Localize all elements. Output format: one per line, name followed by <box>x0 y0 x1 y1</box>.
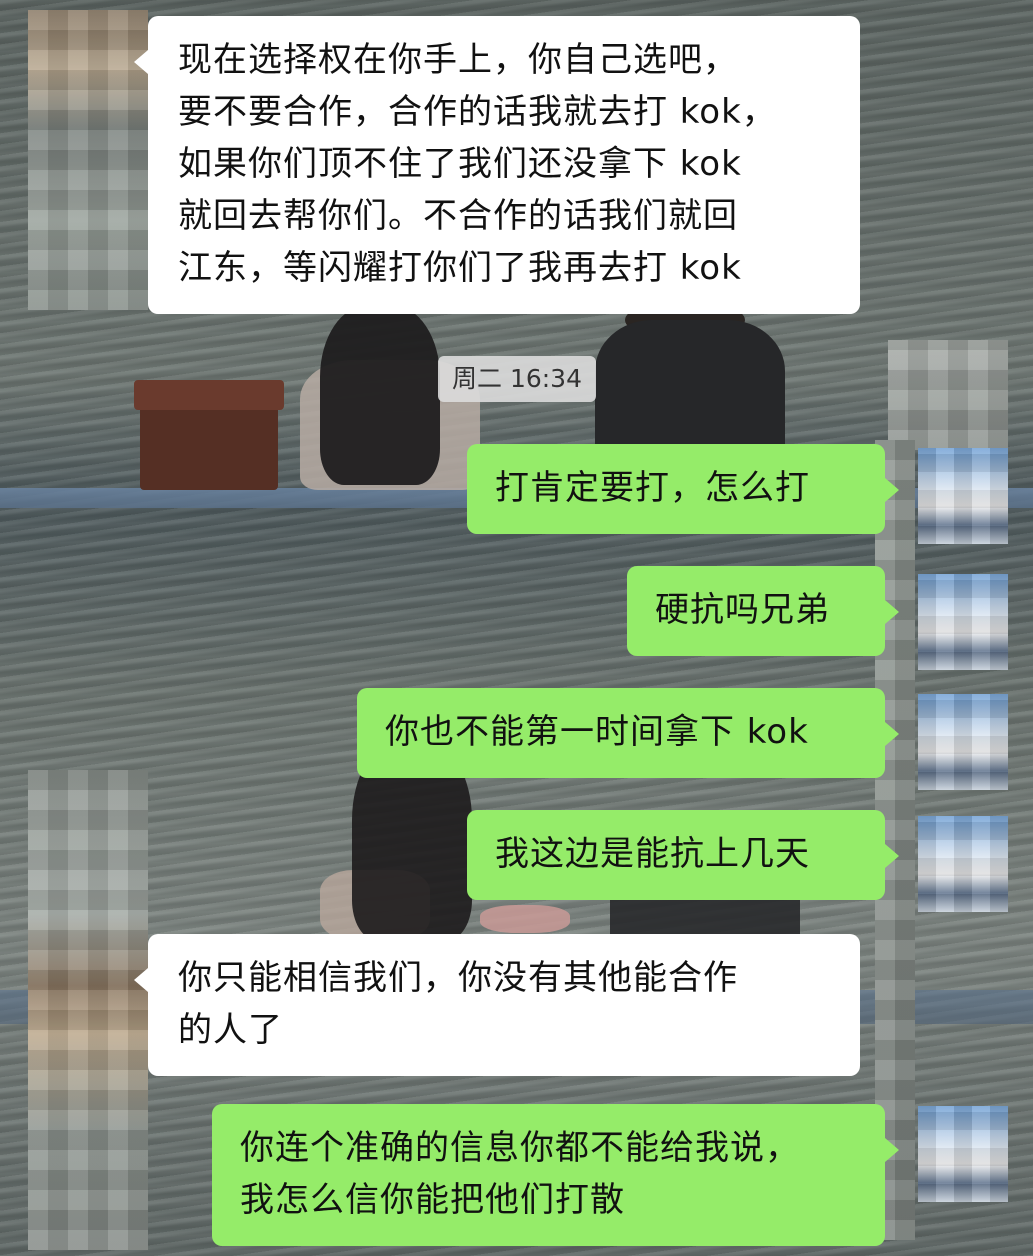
background-figure <box>320 305 440 485</box>
message-timestamp: 周二 16:34 <box>438 356 596 402</box>
my-avatar[interactable] <box>918 1106 1008 1202</box>
outgoing-message-bubble[interactable]: 打肯定要打，怎么打 <box>467 444 899 534</box>
background-post-top <box>134 380 284 410</box>
contact-avatar[interactable] <box>28 770 148 1250</box>
my-avatar[interactable] <box>918 448 1008 544</box>
my-avatar[interactable] <box>918 694 1008 790</box>
blurred-avatar-trail <box>888 340 1008 450</box>
outgoing-message-bubble[interactable]: 你连个准确的信息你都不能给我说， 我怎么信你能把他们打散 <box>212 1104 899 1246</box>
incoming-message-bubble[interactable]: 你只能相信我们，你没有其他能合作 的人了 <box>134 934 860 1076</box>
outgoing-message-bubble[interactable]: 硬抗吗兄弟 <box>627 566 899 656</box>
incoming-message-bubble[interactable]: 现在选择权在你手上，你自己选吧， 要不要合作，合作的话我就去打 kok， 如果你… <box>134 16 860 314</box>
outgoing-message-bubble[interactable]: 我这边是能抗上几天 <box>467 810 899 900</box>
background-flowers <box>480 905 570 933</box>
contact-avatar[interactable] <box>28 10 148 310</box>
outgoing-message-bubble[interactable]: 你也不能第一时间拿下 kok <box>357 688 899 778</box>
my-avatar[interactable] <box>918 816 1008 912</box>
my-avatar[interactable] <box>918 574 1008 670</box>
